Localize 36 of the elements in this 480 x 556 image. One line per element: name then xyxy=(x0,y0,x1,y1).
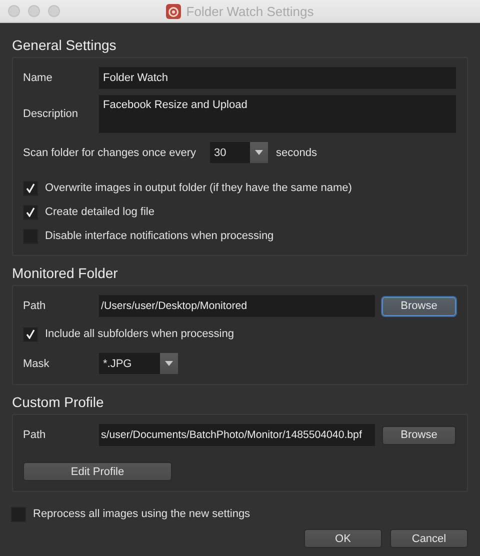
section-title: General Settings xyxy=(12,36,118,55)
field-label: Scan folder for changes once every xyxy=(23,146,198,158)
zoom-button[interactable] xyxy=(48,5,60,17)
checked-checkbox[interactable] xyxy=(23,204,38,220)
caret-icon xyxy=(255,150,263,155)
field-label: Path xyxy=(23,300,47,312)
checkbox-label: Create detailed log file xyxy=(45,206,154,218)
section-title: Monitored Folder xyxy=(12,264,119,283)
checkbox-label: Disable interface notifications when processing xyxy=(45,230,274,242)
path-field[interactable]: s/user/Documents/BatchPhoto/Monitor/1485504040.bpf xyxy=(99,424,375,446)
interval-dropdown[interactable]: 30 xyxy=(210,142,268,163)
checkbox-label: Include all subfolders when processing xyxy=(45,328,234,340)
caret-icon xyxy=(165,361,173,366)
description-field[interactable]: Facebook Resize and Upload xyxy=(99,95,456,133)
unit-label: seconds xyxy=(276,146,317,158)
checked-checkbox[interactable] xyxy=(23,180,38,196)
checked-checkbox[interactable] xyxy=(23,326,38,342)
field-label: Name xyxy=(23,72,54,84)
section-title: Custom Profile xyxy=(12,393,105,412)
name-field[interactable]: Folder Watch xyxy=(99,67,456,89)
window-title: Folder Watch Settings xyxy=(186,4,314,18)
checkbox-label: Reprocess all images using the new settings xyxy=(33,508,250,520)
field-label: Description xyxy=(23,108,80,120)
browse-button[interactable]: Browse xyxy=(382,426,456,444)
minimize-button[interactable] xyxy=(28,5,40,17)
field-label: Path xyxy=(23,429,47,441)
app-icon xyxy=(166,4,182,18)
field-label: Mask xyxy=(23,358,50,370)
cancel-button[interactable]: Cancel xyxy=(390,529,468,548)
path-field[interactable]: /Users/user/Desktop/Monitored xyxy=(99,295,375,317)
close-button[interactable] xyxy=(8,5,20,17)
ok-button[interactable]: OK xyxy=(304,529,382,548)
mask-dropdown[interactable]: *.JPG xyxy=(99,353,178,374)
browse-button[interactable]: Browse xyxy=(382,296,456,316)
checkbox-label: Overwrite images in output folder (if they have the same name) xyxy=(45,182,352,194)
edit-profile-button[interactable]: Edit Profile xyxy=(23,462,172,481)
